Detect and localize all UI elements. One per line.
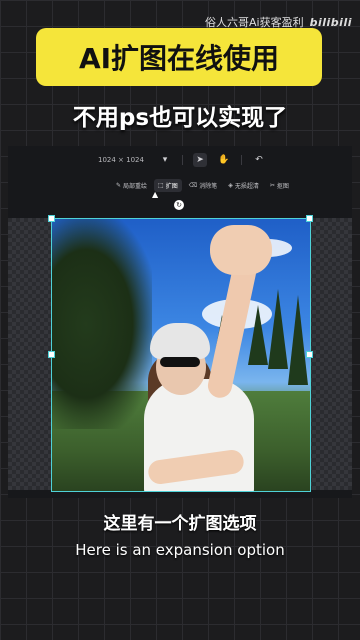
- caption-chinese: 这里有一个扩图选项: [103, 514, 257, 534]
- title-banner: AI扩图在线使用: [36, 28, 322, 86]
- resize-handle-top-right[interactable]: [306, 215, 313, 222]
- person-raised-hand: [210, 225, 272, 275]
- resize-handle-top-left[interactable]: [48, 215, 55, 222]
- undo-icon[interactable]: ↶: [252, 153, 266, 167]
- photo-trees: [52, 219, 152, 429]
- mouse-cursor-icon: ▲: [152, 190, 159, 199]
- topbar-divider: [240, 155, 242, 165]
- hand-icon[interactable]: ✋: [217, 153, 231, 167]
- resize-handle-mid-right[interactable]: [306, 351, 313, 358]
- tool-hd[interactable]: ◈ 无损超清: [224, 179, 263, 192]
- eraser-icon: ⌫: [188, 181, 198, 189]
- photo-selection[interactable]: [51, 218, 311, 492]
- photo-tree: [248, 305, 268, 365]
- photo-tree: [288, 295, 308, 385]
- pointer-icon[interactable]: ➤: [192, 153, 207, 167]
- person-sunglasses: [160, 357, 200, 367]
- editor-topbar: 1024 × 1024 ▾ ➤ ✋ ↶: [8, 146, 352, 174]
- resize-handle-mid-left[interactable]: [48, 351, 55, 358]
- tool-label: 局部重绘: [123, 182, 148, 190]
- banner-subtitle: 不用ps也可以实现了: [72, 105, 288, 131]
- bilibili-logo: bilibili: [309, 15, 352, 29]
- tool-cutout[interactable]: ✂ 抠图: [266, 179, 293, 192]
- caption-english: Here is an expansion option: [75, 541, 285, 559]
- hd-icon: ◈: [228, 181, 233, 189]
- tool-eraser[interactable]: ⌫ 消除笔: [185, 179, 222, 192]
- person-hat: [150, 323, 210, 359]
- cutout-icon: ✂: [269, 181, 275, 189]
- photo-tree: [268, 289, 288, 369]
- editor-window: 1024 × 1024 ▾ ➤ ✋ ↶ ✎ 局部重绘 ⬚ 扩图 ⌫ 消除笔 ◈ …: [8, 146, 352, 498]
- topbar-divider: [181, 155, 183, 165]
- canvas-size-display[interactable]: 1024 × 1024: [94, 154, 148, 166]
- rotate-icon[interactable]: ↻: [174, 200, 184, 210]
- editor-canvas[interactable]: [8, 215, 352, 492]
- tool-label: 无损超清: [234, 182, 259, 190]
- tool-label: 扩图: [165, 182, 178, 190]
- brush-icon: ✎: [116, 181, 122, 189]
- tool-expand[interactable]: ⬚ 扩图: [154, 178, 182, 192]
- tool-label: 抠图: [276, 182, 289, 190]
- expand-icon: ⬚: [158, 181, 164, 189]
- tool-inpaint[interactable]: ✎ 局部重绘: [112, 179, 151, 192]
- chevron-down-icon[interactable]: ▾: [158, 153, 172, 167]
- edit-toolbar: ✎ 局部重绘 ⬚ 扩图 ⌫ 消除笔 ◈ 无损超清 ✂ 抠图: [112, 176, 289, 194]
- tool-label: 消除笔: [199, 182, 218, 190]
- banner-title: AI扩图在线使用: [78, 42, 280, 75]
